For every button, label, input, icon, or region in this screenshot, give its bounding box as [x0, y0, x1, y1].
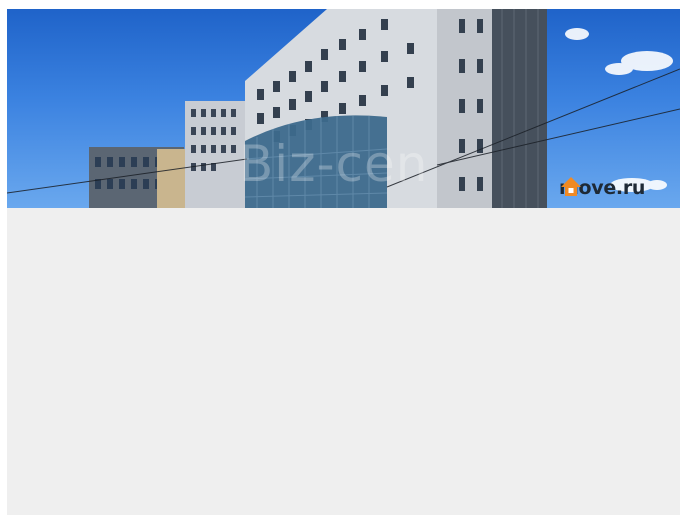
watermark-text: Biz-cen	[239, 135, 429, 193]
building-photo[interactable]: Biz-cen move.ru	[7, 9, 680, 208]
house-logo-icon	[561, 177, 581, 196]
listing-card: Biz-cen move.ru	[7, 9, 680, 515]
clouds	[565, 28, 673, 192]
brand-logo: move.ru	[559, 175, 645, 201]
empty-content-area	[7, 208, 680, 515]
